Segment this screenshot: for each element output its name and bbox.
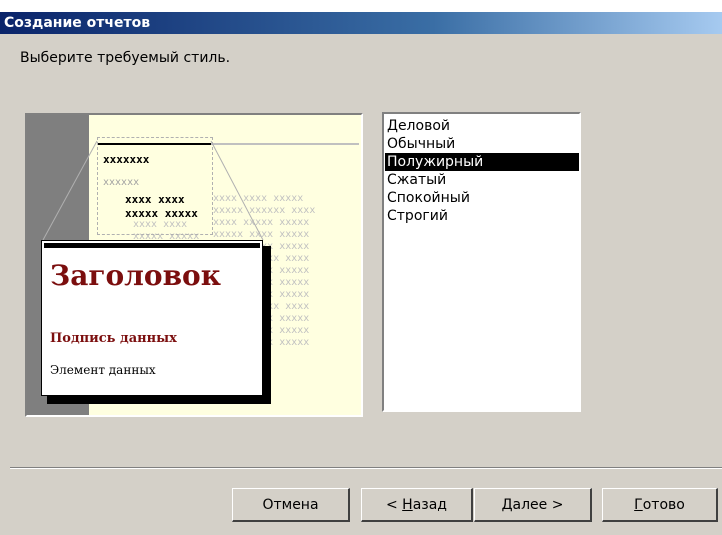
style-item-obychny[interactable]: Обычный (385, 135, 579, 153)
button-separator (10, 467, 722, 469)
style-item-spokoyny[interactable]: Спокойный (385, 189, 579, 207)
cancel-button[interactable]: Отмена (232, 488, 350, 522)
style-item-delovoy[interactable]: Деловой (385, 117, 579, 135)
style-list[interactable]: Деловой Обычный Полужирный Сжатый Спокой… (382, 112, 581, 412)
title-bar-area: Создание отчетов (0, 0, 722, 34)
next-button[interactable]: Далее > (474, 488, 592, 522)
finish-button[interactable]: Готово (602, 488, 718, 522)
preview-card: Заголовок Подпись данных Элемент данных (41, 240, 263, 396)
finish-button-label: Готово (634, 496, 685, 513)
preview-heading: Заголовок (50, 259, 221, 292)
preview-card-bar (44, 243, 260, 248)
preview-item: Элемент данных (50, 363, 156, 377)
style-item-szhaty[interactable]: Сжатый (385, 171, 579, 189)
back-button-label: < Назад (385, 496, 447, 513)
next-button-label: Далее > (501, 496, 564, 513)
preview-label: Подпись данных (50, 331, 177, 346)
style-preview: xxxx xxxx xxxxx xxxxx xxxxxx xxxx xxxx x… (25, 113, 363, 417)
style-item-poluzhirny[interactable]: Полужирный (385, 153, 579, 171)
window-title: Создание отчетов (4, 15, 151, 31)
style-prompt: Выберите требуемый стиль. (20, 50, 231, 66)
back-button[interactable]: < Назад (361, 488, 473, 522)
style-item-strogy[interactable]: Строгий (385, 207, 579, 225)
